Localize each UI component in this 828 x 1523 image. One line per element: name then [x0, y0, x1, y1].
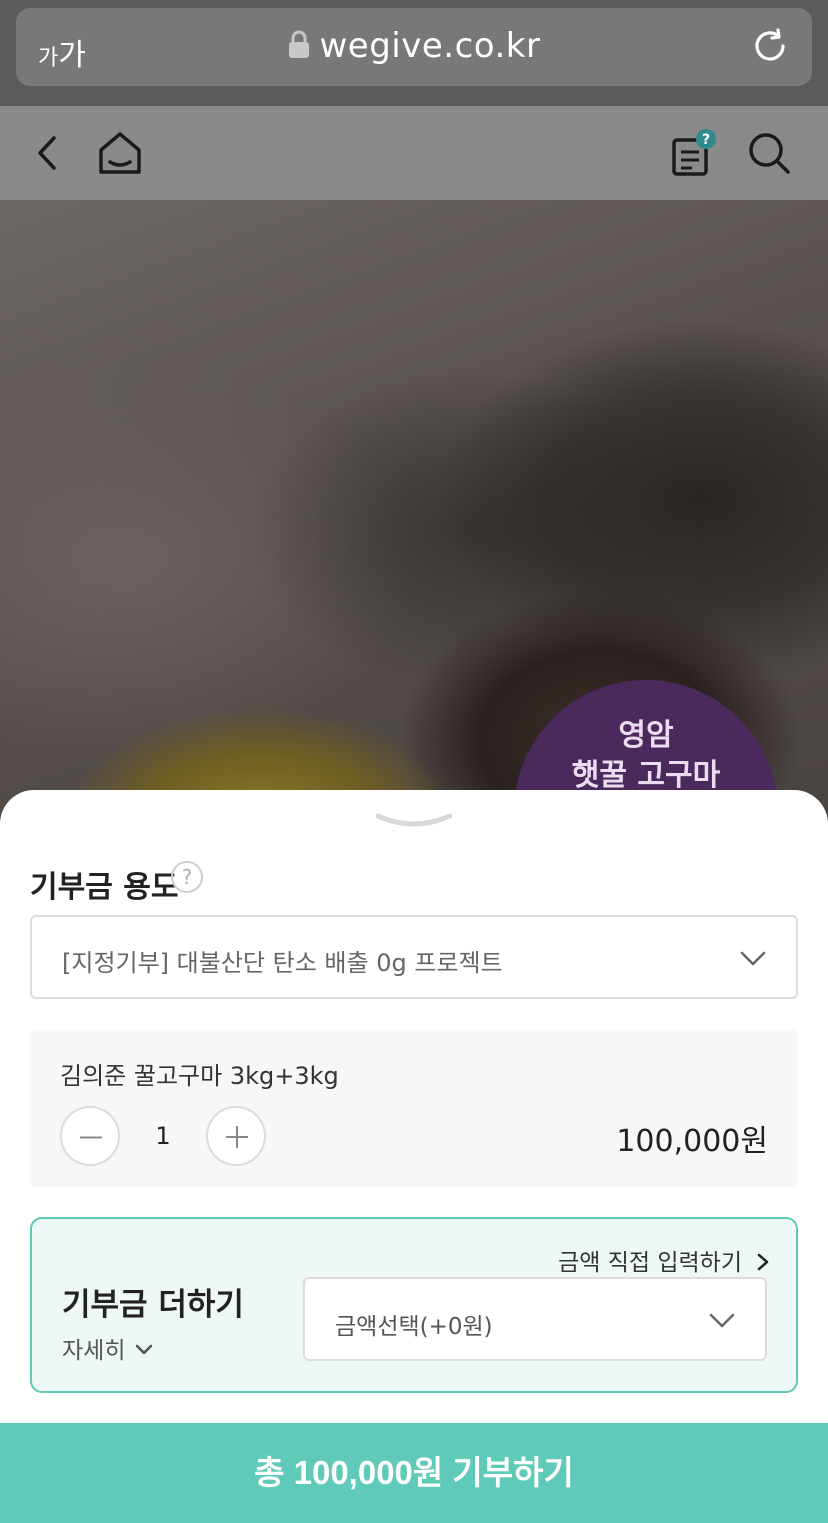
amount-select[interactable]: 금액선택(+0원): [303, 1277, 767, 1361]
chevron-down-icon: [740, 951, 766, 966]
amount-select-value: 금액선택(+0원): [335, 1314, 493, 1340]
badge-text: 영암 햇꿀 고구마: [514, 716, 778, 796]
address-bar[interactable]: 가가 wegive.co.kr: [16, 8, 812, 86]
donate-submit-button[interactable]: 총 100,000원 기부하기: [0, 1423, 828, 1523]
faq-board-icon[interactable]: ?: [666, 128, 716, 178]
selected-product-box: 김의준 꿀고구마 3kg+3kg 1 100,000원: [30, 1030, 798, 1187]
direct-input-label: 금액 직접 입력하기: [558, 1250, 742, 1276]
add-donation-box: 금액 직접 입력하기 기부금 더하기 자세히 금액선택(+0원): [30, 1217, 798, 1393]
help-icon[interactable]: ?: [171, 861, 203, 893]
direct-amount-input-link[interactable]: 금액 직접 입력하기: [558, 1243, 770, 1277]
increase-quantity-button[interactable]: [206, 1106, 266, 1166]
browser-bar: 가가 wegive.co.kr: [0, 0, 828, 106]
svg-text:?: ?: [702, 132, 710, 148]
app-header: ?: [0, 106, 828, 200]
plus-icon: [226, 1126, 248, 1148]
search-icon[interactable]: [744, 128, 794, 178]
back-icon[interactable]: [22, 128, 72, 178]
quantity-value: 1: [155, 1122, 171, 1150]
home-icon[interactable]: [95, 128, 145, 178]
usage-section-title: 기부금 용도: [30, 870, 179, 905]
lock-icon: [288, 30, 309, 58]
minus-icon: [80, 1136, 102, 1139]
add-donation-title: 기부금 더하기: [62, 1287, 244, 1323]
usage-select-value: [지정기부] 대불산단 탄소 배출 0g 프로젝트: [62, 949, 503, 977]
detail-label: 자세히: [62, 1338, 126, 1364]
url-text: wegive.co.kr: [319, 26, 541, 66]
url-display[interactable]: wegive.co.kr: [16, 26, 812, 66]
usage-select[interactable]: [지정기부] 대불산단 탄소 배출 0g 프로젝트: [30, 915, 798, 999]
detail-toggle[interactable]: 자세히: [62, 1331, 153, 1365]
reload-icon[interactable]: [750, 26, 790, 66]
decrease-quantity-button[interactable]: [60, 1106, 120, 1166]
product-price: 100,000원: [616, 1124, 768, 1159]
badge-line-1: 영암: [618, 718, 674, 753]
product-hero-image: 영암 햇꿀 고구마: [0, 200, 828, 820]
chevron-right-icon: [757, 1253, 769, 1270]
chevron-down-icon: [136, 1344, 153, 1354]
product-name: 김의준 꿀고구마 3kg+3kg: [60, 1062, 339, 1090]
chevron-down-icon: [709, 1313, 735, 1328]
sheet-collapse-handle[interactable]: [376, 812, 452, 832]
donation-bottom-sheet: 기부금 용도 ? [지정기부] 대불산단 탄소 배출 0g 프로젝트 김의준 꿀…: [0, 790, 828, 1523]
